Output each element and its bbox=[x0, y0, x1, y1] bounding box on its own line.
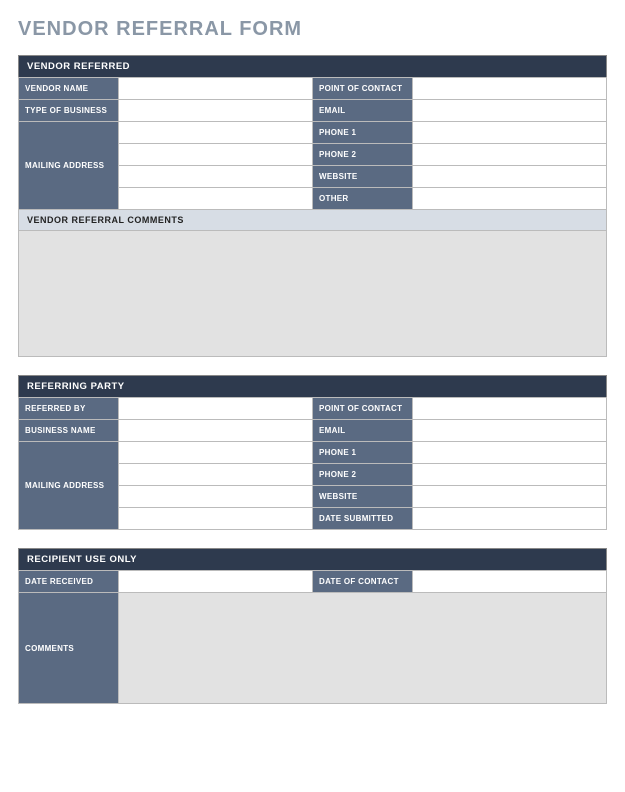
input-referred-by[interactable] bbox=[123, 404, 308, 414]
label-point-of-contact: POINT OF CONTACT bbox=[313, 78, 413, 100]
input-ref-mailing-3[interactable] bbox=[123, 492, 308, 502]
value-point-of-contact[interactable] bbox=[413, 78, 607, 100]
label-referred-by: REFERRED BY bbox=[19, 398, 119, 420]
input-vendor-name[interactable] bbox=[123, 84, 308, 94]
referring-party-header: REFERRING PARTY bbox=[18, 375, 607, 397]
value-ref-mailing-1[interactable] bbox=[119, 442, 313, 464]
input-ref-website[interactable] bbox=[417, 492, 602, 502]
vendor-comments-box[interactable] bbox=[19, 231, 607, 357]
vendor-comments-textarea[interactable] bbox=[19, 231, 606, 351]
label-ref-mailing-address: MAILING ADDRESS bbox=[19, 442, 119, 530]
value-date-received[interactable] bbox=[119, 571, 313, 593]
label-ref-phone2: PHONE 2 bbox=[313, 464, 413, 486]
value-website[interactable] bbox=[413, 166, 607, 188]
value-ref-phone1[interactable] bbox=[413, 442, 607, 464]
vendor-referred-header: VENDOR REFERRED bbox=[18, 55, 607, 77]
label-type-of-business: TYPE OF BUSINESS bbox=[19, 100, 119, 122]
input-mailing-1[interactable] bbox=[123, 128, 308, 138]
value-ref-mailing-2[interactable] bbox=[119, 464, 313, 486]
recipient-comments-textarea[interactable] bbox=[119, 593, 606, 703]
label-ref-email: EMAIL bbox=[313, 420, 413, 442]
vendor-referred-section: VENDOR REFERRED VENDOR NAME POINT OF CON… bbox=[18, 55, 607, 357]
input-ref-email[interactable] bbox=[417, 426, 602, 436]
value-ref-phone2[interactable] bbox=[413, 464, 607, 486]
input-ref-phone1[interactable] bbox=[417, 448, 602, 458]
value-mailing-3[interactable] bbox=[119, 166, 313, 188]
input-website[interactable] bbox=[417, 172, 602, 182]
label-date-submitted: DATE SUBMITTED bbox=[313, 508, 413, 530]
label-email: EMAIL bbox=[313, 100, 413, 122]
referring-party-section: REFERRING PARTY REFERRED BY POINT OF CON… bbox=[18, 375, 607, 530]
label-vendor-name: VENDOR NAME bbox=[19, 78, 119, 100]
label-mailing-address: MAILING ADDRESS bbox=[19, 122, 119, 210]
input-email[interactable] bbox=[417, 106, 602, 116]
value-date-of-contact[interactable] bbox=[413, 571, 607, 593]
input-mailing-4[interactable] bbox=[123, 194, 308, 204]
input-date-received[interactable] bbox=[123, 577, 308, 587]
input-ref-point-of-contact[interactable] bbox=[417, 404, 602, 414]
label-phone2: PHONE 2 bbox=[313, 144, 413, 166]
input-type-of-business[interactable] bbox=[123, 106, 308, 116]
recipient-grid: DATE RECEIVED DATE OF CONTACT COMMENTS bbox=[18, 570, 607, 704]
label-date-of-contact: DATE OF CONTACT bbox=[313, 571, 413, 593]
input-business-name[interactable] bbox=[123, 426, 308, 436]
value-email[interactable] bbox=[413, 100, 607, 122]
input-mailing-3[interactable] bbox=[123, 172, 308, 182]
input-date-of-contact[interactable] bbox=[417, 577, 602, 587]
recipient-section: RECIPIENT USE ONLY DATE RECEIVED DATE OF… bbox=[18, 548, 607, 704]
value-ref-point-of-contact[interactable] bbox=[413, 398, 607, 420]
label-ref-phone1: PHONE 1 bbox=[313, 442, 413, 464]
input-ref-mailing-2[interactable] bbox=[123, 470, 308, 480]
vendor-comments-header: VENDOR REFERRAL COMMENTS bbox=[19, 210, 607, 231]
page-title: VENDOR REFERRAL FORM bbox=[18, 18, 607, 41]
value-ref-email[interactable] bbox=[413, 420, 607, 442]
referring-grid: REFERRED BY POINT OF CONTACT BUSINESS NA… bbox=[18, 397, 607, 530]
value-ref-mailing-4[interactable] bbox=[119, 508, 313, 530]
input-phone1[interactable] bbox=[417, 128, 602, 138]
value-business-name[interactable] bbox=[119, 420, 313, 442]
label-date-received: DATE RECEIVED bbox=[19, 571, 119, 593]
value-mailing-2[interactable] bbox=[119, 144, 313, 166]
value-mailing-4[interactable] bbox=[119, 188, 313, 210]
recipient-header: RECIPIENT USE ONLY bbox=[18, 548, 607, 570]
value-phone2[interactable] bbox=[413, 144, 607, 166]
value-other[interactable] bbox=[413, 188, 607, 210]
input-other[interactable] bbox=[417, 194, 602, 204]
input-ref-mailing-1[interactable] bbox=[123, 448, 308, 458]
label-other: OTHER bbox=[313, 188, 413, 210]
input-phone2[interactable] bbox=[417, 150, 602, 160]
value-type-of-business[interactable] bbox=[119, 100, 313, 122]
value-date-submitted[interactable] bbox=[413, 508, 607, 530]
value-vendor-name[interactable] bbox=[119, 78, 313, 100]
label-phone1: PHONE 1 bbox=[313, 122, 413, 144]
input-date-submitted[interactable] bbox=[417, 514, 602, 524]
value-ref-website[interactable] bbox=[413, 486, 607, 508]
vendor-grid: VENDOR NAME POINT OF CONTACT TYPE OF BUS… bbox=[18, 77, 607, 357]
value-referred-by[interactable] bbox=[119, 398, 313, 420]
label-ref-point-of-contact: POINT OF CONTACT bbox=[313, 398, 413, 420]
label-recipient-comments: COMMENTS bbox=[19, 593, 119, 704]
input-point-of-contact[interactable] bbox=[417, 84, 602, 94]
value-ref-mailing-3[interactable] bbox=[119, 486, 313, 508]
input-ref-phone2[interactable] bbox=[417, 470, 602, 480]
value-mailing-1[interactable] bbox=[119, 122, 313, 144]
value-phone1[interactable] bbox=[413, 122, 607, 144]
recipient-comments-box[interactable] bbox=[119, 593, 607, 704]
label-website: WEBSITE bbox=[313, 166, 413, 188]
input-mailing-2[interactable] bbox=[123, 150, 308, 160]
label-business-name: BUSINESS NAME bbox=[19, 420, 119, 442]
input-ref-mailing-4[interactable] bbox=[123, 514, 308, 524]
label-ref-website: WEBSITE bbox=[313, 486, 413, 508]
